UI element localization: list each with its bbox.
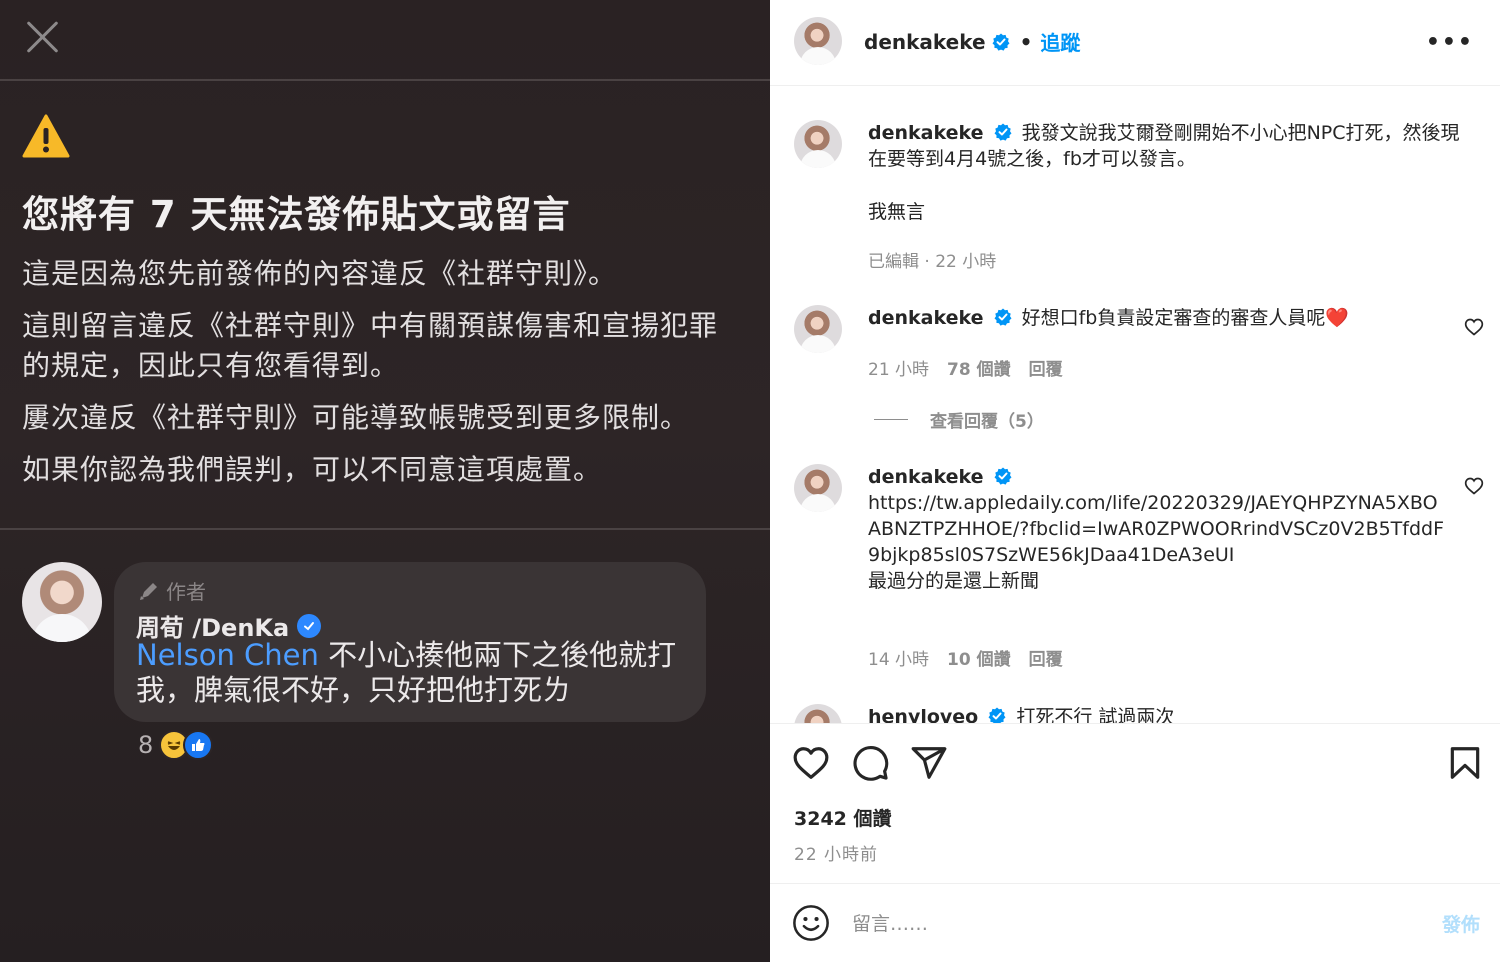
avatar[interactable]	[794, 17, 842, 65]
verified-icon	[994, 123, 1012, 141]
caption-meta-label: 已編輯 · 22 小時	[868, 252, 997, 272]
like-comment-icon[interactable]	[1464, 317, 1484, 337]
username-link[interactable]: denkakeke	[868, 122, 984, 144]
divider	[0, 79, 770, 81]
comment-meta: 21 小時 78 個讚 回覆	[868, 355, 1063, 380]
separator: •	[1019, 29, 1033, 54]
post-actions: 3242 個讚 22 小時前 發佈	[770, 723, 1500, 962]
caption-meta: 已編輯 · 22 小時	[868, 247, 996, 272]
follow-button[interactable]: 追蹤	[1040, 27, 1080, 56]
avatar[interactable]	[794, 464, 842, 512]
verified-icon	[992, 33, 1010, 51]
share-icon[interactable]	[910, 744, 948, 782]
close-icon[interactable]	[24, 18, 60, 54]
comment-bar: 發佈	[770, 883, 1500, 962]
post-button[interactable]: 發佈	[1442, 910, 1480, 937]
avatar	[22, 562, 102, 642]
comment-meta: 14 小時 10 個讚 回覆	[868, 645, 1063, 670]
heart-icon[interactable]	[792, 744, 830, 782]
restriction-title: 您將有 7 天無法發佈貼文或留言	[22, 193, 571, 236]
instagram-post-panel: denkakeke • 追蹤 ••• denkakeke 我發文說我艾爾登剛開始…	[770, 0, 1500, 962]
comment-text: 最過分的是還上新聞	[868, 570, 1040, 592]
reply-button[interactable]: 回覆	[1029, 355, 1063, 380]
post-header: denkakeke • 追蹤 •••	[770, 0, 1500, 86]
verified-icon	[994, 467, 1012, 485]
fb-restriction-screenshot: 您將有 7 天無法發佈貼文或留言 這是因為您先前發佈的內容違反《社群守則》。 這…	[0, 0, 770, 962]
avatar[interactable]	[794, 305, 842, 353]
header-user: denkakeke • 追蹤	[864, 27, 1080, 56]
restriction-detail: 這則留言違反《社群守則》中有關預謀傷害和宣揚犯罪的規定，因此只有您看得到。	[22, 309, 719, 382]
mention-link[interactable]: Nelson Chen	[136, 638, 319, 672]
username-link[interactable]: denkakeke	[868, 307, 984, 329]
comment-likes[interactable]: 78 個讚	[947, 355, 1011, 380]
author-tag-label: 作者	[166, 580, 206, 604]
fb-comment-bubble: 作者 周荀 /DenKa Nelson Chen 不小心揍他兩下之後他就打我，脾…	[114, 562, 706, 722]
view-replies-label: 查看回覆（5）	[930, 412, 1044, 432]
like-comment-icon[interactable]	[1464, 476, 1484, 496]
restriction-warning: 屢次違反《社群守則》可能導致帳號受到更多限制。	[22, 401, 690, 434]
divider	[874, 419, 908, 420]
caption-text-2: 我無言	[868, 201, 926, 223]
comment-input[interactable]	[852, 908, 1412, 940]
like-icon	[183, 730, 214, 760]
view-replies-button[interactable]: 查看回覆（5）	[874, 407, 1044, 432]
verified-icon	[994, 308, 1012, 326]
avatar[interactable]	[794, 704, 842, 723]
comment: denkakeke 好想口fb負責設定審查的審查人員呢❤️	[868, 305, 1448, 331]
reaction-count: 8	[138, 731, 154, 759]
verified-icon	[988, 707, 1006, 723]
avatar[interactable]	[794, 120, 842, 168]
comment: henyloveo 打死不行 試過兩次	[868, 704, 1448, 723]
reply-button[interactable]: 回覆	[1029, 645, 1063, 670]
emoji-icon[interactable]	[792, 904, 830, 942]
comments-feed[interactable]: denkakeke 我發文說我艾爾登剛開始不小心把NPC打死，然後現在要等到4月…	[770, 87, 1500, 723]
comment-likes[interactable]: 10 個讚	[947, 645, 1011, 670]
divider	[0, 528, 770, 530]
bookmark-icon[interactable]	[1446, 744, 1484, 782]
verified-icon	[297, 613, 322, 638]
reaction-summary[interactable]: 8	[138, 730, 214, 760]
comment: denkakeke https://tw.appledaily.com/life…	[868, 464, 1448, 594]
restriction-reason: 這是因為您先前發佈的內容違反《社群守則》。	[22, 257, 618, 290]
username-link[interactable]: denkakeke	[864, 30, 986, 54]
comment-icon[interactable]	[852, 744, 890, 782]
comment-text: 打死不行 試過兩次	[1016, 706, 1175, 723]
comment-time: 14 小時	[868, 650, 930, 670]
comment-link[interactable]: https://tw.appledaily.com/life/20220329/…	[868, 492, 1444, 566]
more-options-button[interactable]: •••	[1426, 30, 1474, 55]
username-link[interactable]: denkakeke	[868, 466, 984, 488]
username-link[interactable]: henyloveo	[868, 706, 978, 723]
pen-icon	[140, 582, 157, 600]
caption: denkakeke 我發文說我艾爾登剛開始不小心把NPC打死，然後現在要等到4月…	[868, 120, 1478, 172]
post-likes[interactable]: 3242 個讚	[794, 804, 892, 831]
warning-icon	[22, 114, 70, 158]
comment-text: 好想口fb負責設定審查的審查人員呢❤️	[1021, 307, 1350, 329]
fb-comment-text: Nelson Chen 不小心揍他兩下之後他就打我，脾氣很不好，只好把他打死ㄌ	[136, 638, 696, 708]
restriction-appeal: 如果你認為我們誤判，可以不同意這項處置。	[22, 453, 603, 486]
author-tag: 作者	[138, 576, 206, 605]
comment-time: 21 小時	[868, 360, 930, 380]
post-time: 22 小時前	[794, 845, 879, 865]
